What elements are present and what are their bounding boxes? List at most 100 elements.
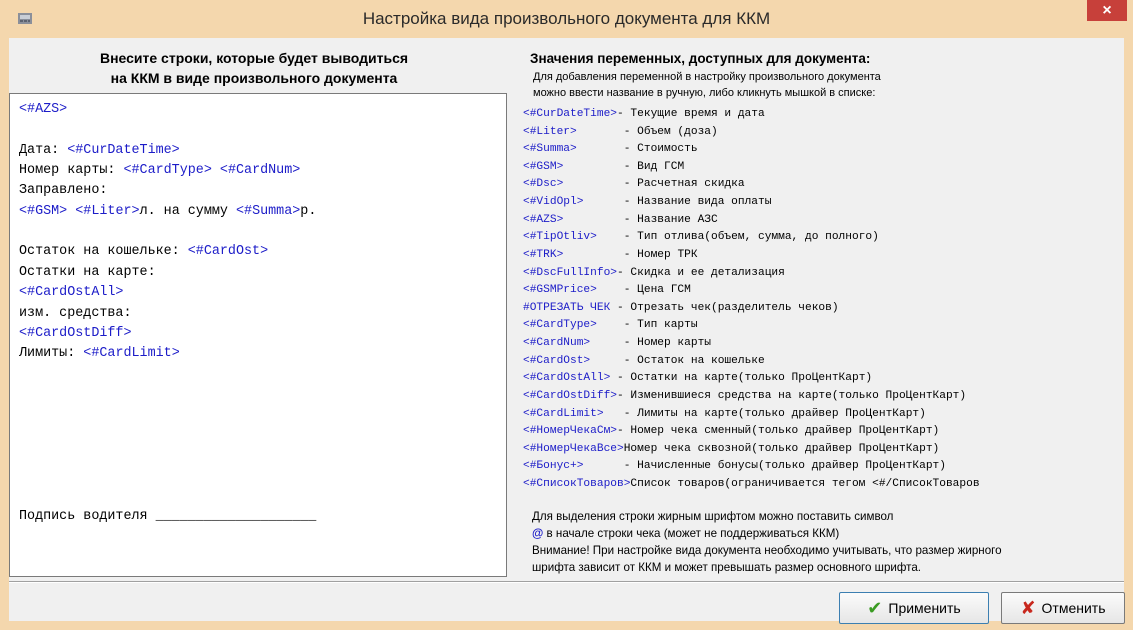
variable-item[interactable]: <#TipOtliv> - Тип отлива(объем, сумма, д… <box>523 228 879 246</box>
variable-item[interactable]: <#СписокТоваров>Список товаров(ограничив… <box>523 475 980 493</box>
variable-pad <box>577 143 624 155</box>
variable-name[interactable]: <#Summa> <box>523 143 577 155</box>
variable-description: - Расчетная скидка <box>623 178 745 191</box>
title-bar[interactable]: Настройка вида произвольного документа д… <box>0 0 1133 38</box>
variable-item[interactable]: <#CardNum> - Номер карты <box>523 334 711 352</box>
variable-pad <box>610 302 617 314</box>
variable-item[interactable]: <#Dsc> - Расчетная скидка <box>523 175 745 193</box>
variable-name[interactable]: <#CurDateTime> <box>523 108 617 120</box>
note-warning-line2: шрифта зависит от ККМ и может превышать … <box>532 561 922 574</box>
cancel-button[interactable]: ✘ Отменить <box>1001 592 1125 624</box>
dialog-client-area: Внесите строки, которые будет выводиться… <box>9 38 1125 624</box>
document-template-editor[interactable]: <#AZS> Дата: <#CurDateTime> Номер карты: <… <box>9 93 507 577</box>
variable-name[interactable]: <#CardNum> <box>523 337 590 349</box>
variable-item[interactable]: <#CardOstDiff>- Изменившиеся средства на… <box>523 387 966 405</box>
editor-line: <#CardOstDiff> <box>19 325 132 343</box>
variable-pad <box>583 196 623 208</box>
apply-button-label: Применить <box>888 600 961 616</box>
variable-description: Номер чека сквозной(только драйвер ПроЦе… <box>623 442 940 455</box>
variable-name[interactable]: <#CardType> <box>523 319 597 331</box>
variable-name[interactable]: #ОТРЕЗАТЬ ЧЕК <box>523 302 610 314</box>
template-variable: <#CardOstDiff> <box>19 325 132 341</box>
variable-item[interactable]: <#TRK> - Номер ТРК <box>523 246 698 264</box>
variable-description: - Текущие время и дата <box>617 108 765 120</box>
variable-item[interactable]: #ОТРЕЗАТЬ ЧЕК - Отрезать чек(разделитель… <box>523 299 839 317</box>
apply-button[interactable]: ✔ Применить <box>839 592 989 624</box>
variable-name[interactable]: <#Бонус+> <box>523 460 583 472</box>
variable-description: - Тип отлива(объем, сумма, до полного) <box>623 231 879 244</box>
variable-name[interactable]: <#CardLimit> <box>523 408 604 420</box>
editor-line: Номер карты: <#CardType> <#CardNum> <box>19 162 300 180</box>
template-text: л. на сумму <box>139 203 236 219</box>
variable-name[interactable]: <#TipOtliv> <box>523 231 597 243</box>
variable-name[interactable]: <#CardOst> <box>523 355 590 367</box>
editor-line: <#CardOstAll> <box>19 284 123 302</box>
template-variable: <#Summa> <box>236 203 301 219</box>
variable-description: - Объем (доза) <box>623 125 718 138</box>
variable-description: - Тип карты <box>623 319 698 332</box>
variable-name[interactable]: <#Liter> <box>523 126 577 138</box>
variable-name[interactable]: <#CardOstDiff> <box>523 390 617 402</box>
variable-description: - Название вида оплаты <box>623 196 772 209</box>
variable-item[interactable]: <#CardLimit> - Лимиты на карте(только др… <box>523 405 926 423</box>
variable-pad <box>583 460 623 472</box>
variable-description: - Стоимость <box>623 143 698 156</box>
variable-description: - Скидка и ее детализация <box>617 266 785 279</box>
variable-name[interactable]: <#VidOpl> <box>523 196 583 208</box>
variable-name[interactable]: <#GSMPrice> <box>523 284 597 296</box>
variable-item[interactable]: <#VidOpl> - Название вида оплаты <box>523 193 771 211</box>
template-variable: <#Liter> <box>75 203 140 219</box>
variable-name[interactable]: <#НомерЧекаСм> <box>523 425 617 437</box>
variable-name[interactable]: <#Dsc> <box>523 178 563 190</box>
variable-name[interactable]: <#DscFullInfo> <box>523 267 617 279</box>
variable-item[interactable]: <#Liter> - Объем (доза) <box>523 123 718 141</box>
variable-description: - Номер карты <box>623 337 711 350</box>
variable-pad <box>563 249 623 261</box>
variable-pad <box>610 372 617 384</box>
at-symbol: @ <box>532 527 544 540</box>
editor-line: <#AZS> <box>19 101 67 119</box>
variable-item[interactable]: <#CurDateTime>- Текущие время и дата <box>523 105 765 123</box>
variable-description: - Лимиты на карте(только драйвер ПроЦент… <box>623 407 926 420</box>
variable-description: - Начисленные бонусы(только драйвер ПроЦ… <box>623 460 946 473</box>
variable-item[interactable]: <#CardType> - Тип карты <box>523 316 698 334</box>
template-text: Дата: <box>19 142 68 158</box>
variable-description: - Изменившиеся средства на карте(только … <box>617 389 967 402</box>
variable-item[interactable]: <#CardOstAll> - Остатки на карте(только … <box>523 369 872 387</box>
template-variable: <#CardLimit> <box>83 346 180 362</box>
editor-header-line1: Внесите строки, которые будет выводиться <box>99 50 409 66</box>
template-text: Подпись водителя ____________________ <box>19 509 317 524</box>
variable-name[interactable]: <#GSM> <box>523 161 563 173</box>
variable-name[interactable]: <#СписокТоваров> <box>523 478 630 490</box>
variable-name[interactable]: <#AZS> <box>523 214 563 226</box>
variable-pad <box>604 408 624 420</box>
editor-header-line2: на ККМ в виде произвольного документа <box>110 70 398 86</box>
cross-icon: ✘ <box>1020 597 1036 618</box>
variable-description: - Номер чека сменный(только драйвер ПроЦ… <box>617 425 940 438</box>
variable-item[interactable]: <#DscFullInfo>- Скидка и ее детализация <box>523 264 785 282</box>
variable-item[interactable]: <#AZS> - Название АЗС <box>523 211 718 229</box>
variable-name[interactable]: <#CardOstAll> <box>523 372 610 384</box>
variable-item[interactable]: <#Бонус+> - Начисленные бонусы(только др… <box>523 457 946 475</box>
variable-item[interactable]: <#CardOst> - Остаток на кошельке <box>523 352 765 370</box>
variable-item[interactable]: <#Summa> - Стоимость <box>523 140 698 158</box>
variable-pad <box>563 161 623 173</box>
editor-line: <#GSM> <#Liter>л. на сумму <#Summa>р. <box>19 203 316 221</box>
variable-item[interactable]: <#НомерЧекаСм>- Номер чека сменный(тольк… <box>523 422 939 440</box>
variable-item[interactable]: <#GSMPrice> - Цена ГСМ <box>523 281 691 299</box>
editor-line: Лимиты: <#CardLimit> <box>19 345 180 363</box>
editor-line: Дата: <#CurDateTime> <box>19 142 180 160</box>
variable-item[interactable]: <#GSM> - Вид ГСМ <box>523 158 684 176</box>
variable-description: - Остаток на кошельке <box>623 354 765 367</box>
editor-line: изм. средства: <box>19 305 132 323</box>
close-button[interactable]: × <box>1087 0 1127 21</box>
variable-pad <box>577 126 624 138</box>
variable-name[interactable]: <#НомерЧекаВсе> <box>523 443 624 455</box>
variables-subtitle-line2: можно ввести название в ручную, либо кли… <box>533 87 876 99</box>
variable-pad <box>563 178 623 190</box>
variable-name[interactable]: <#TRK> <box>523 249 563 261</box>
note-bold-line2: @ в начале строки чека (может не поддерж… <box>532 527 839 540</box>
variable-item[interactable]: <#НомерЧекаВсе>Номер чека сквозной(тольк… <box>523 440 939 458</box>
note-warning-line1: Внимание! При настройке вида документа н… <box>532 544 1002 557</box>
variable-pad <box>590 337 624 349</box>
